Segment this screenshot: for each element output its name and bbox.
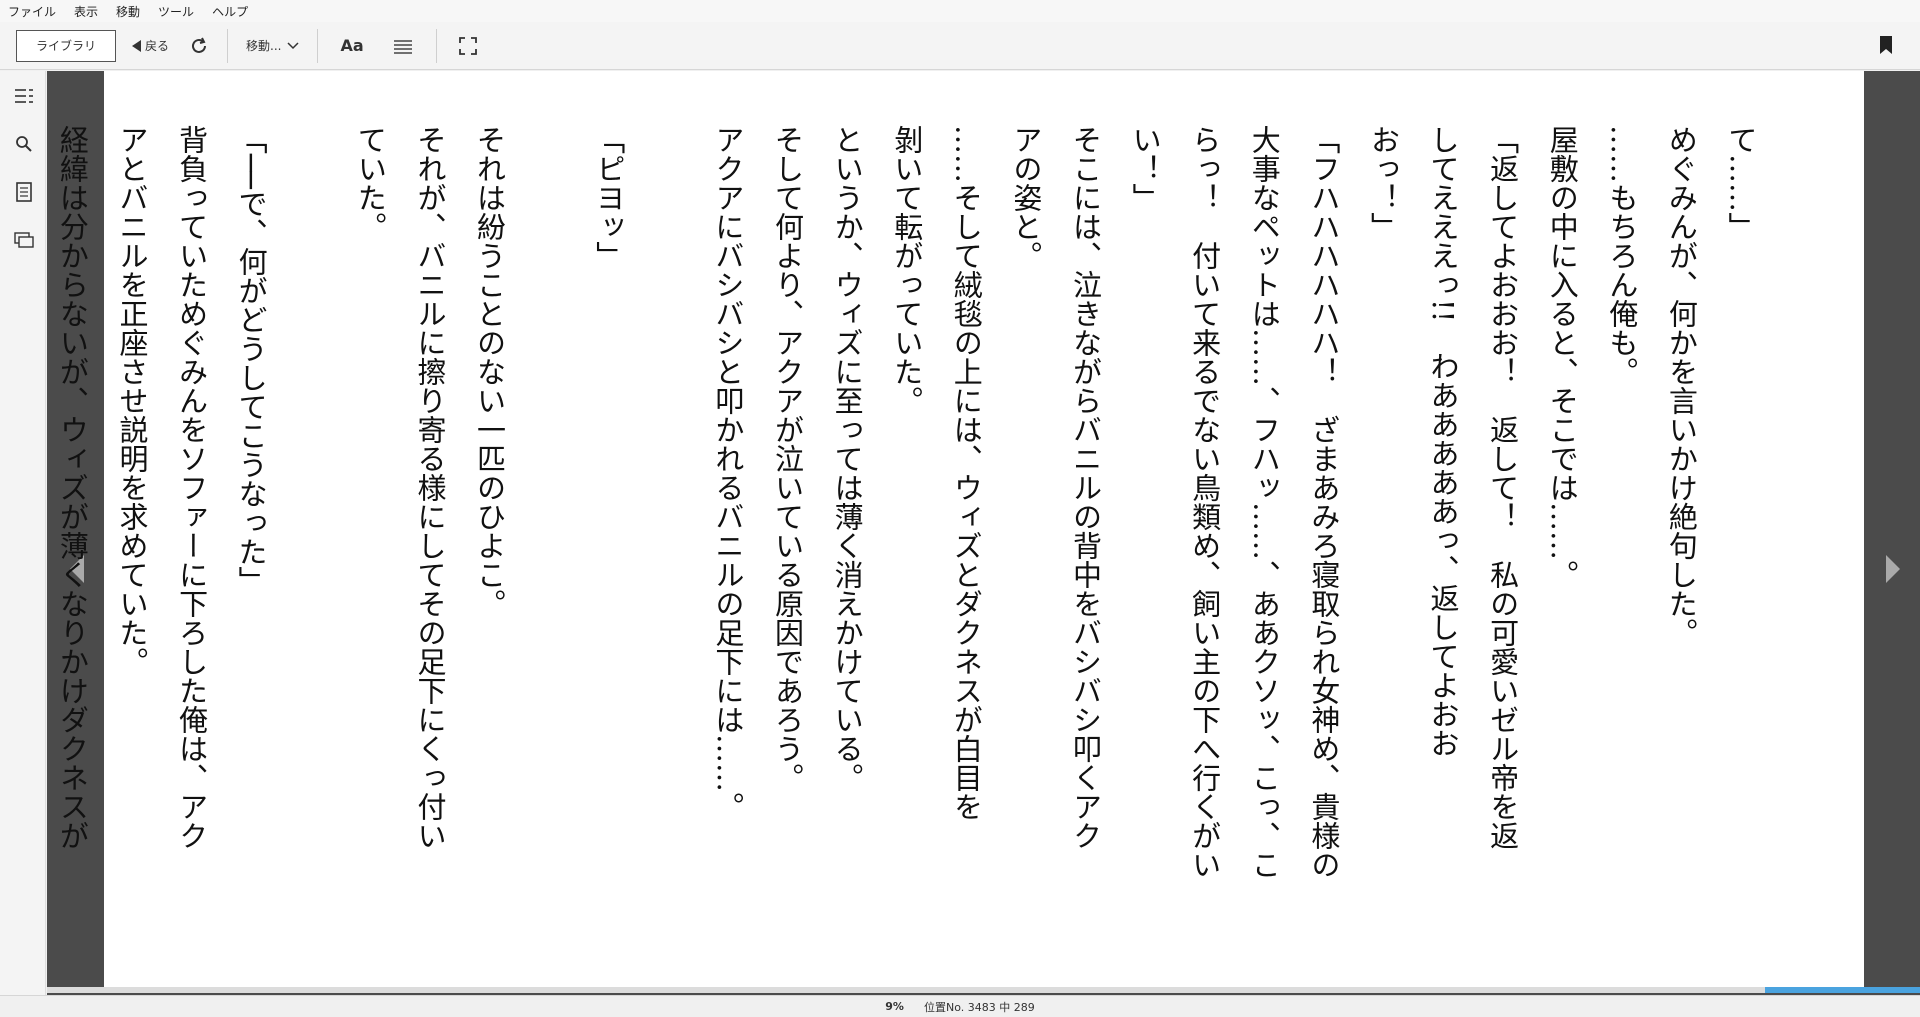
book-page: て……」 めぐみんが、何かを言いかけ絶句した。 ……もちろん俺も。 屋敷の中に入ると、… (55, 71, 1864, 989)
fullscreen-icon (458, 36, 477, 55)
progress-percent: 9% (885, 1000, 904, 1013)
toolbar-divider (435, 28, 437, 63)
reading-progress-track (47, 987, 1920, 993)
text-column (280, 125, 340, 975)
text-column: おっ！」 (1366, 125, 1401, 241)
text-column: 「ピヨッ」 (591, 125, 626, 270)
back-arrow-icon (132, 39, 141, 52)
text-column: アとバニルを正座させ説明を求めていた。 (114, 125, 149, 676)
reading-progress-fill (1765, 987, 1920, 993)
menu-tools[interactable]: ツール (158, 3, 194, 20)
toolbar-divider (227, 28, 229, 63)
text-column: ……そして絨毯の上には、ウィズとダクネスが白目を (949, 125, 984, 821)
flashcards-icon[interactable] (13, 229, 35, 251)
notes-button[interactable] (378, 30, 428, 62)
text-column: 剝いて転がっていた。 (889, 125, 924, 415)
text-column: らっ！ 付いて来るでない鳥類め、飼い主の下へ行くがい (1187, 125, 1222, 879)
chevron-down-icon (287, 41, 299, 49)
search-icon[interactable] (13, 133, 35, 155)
text-column: というか、ウィズに至っては薄く消えかけている。 (830, 125, 865, 792)
text-column: そして何より、アクアが泣いている原因であろう。 (770, 125, 805, 792)
back-button[interactable]: 戻る (122, 30, 179, 62)
text-column: 大事なペットは……、フハッ……、ああクソッ、こっ、こ (1247, 125, 1282, 879)
text-column: 背負っていためぐみんをソファーに下ろした俺は、アク (174, 125, 209, 850)
text-column (519, 125, 579, 975)
goto-dropdown[interactable]: 移動... (236, 30, 309, 62)
text-column: めぐみんが、何かを言いかけ絶句した。 (1664, 125, 1699, 647)
text-column: それが、バニルに擦り寄る様にしてその足下にくっ付い (412, 125, 447, 850)
text-column: 経緯は分からないが、ウィズが薄くなりかけダクネスが (55, 125, 90, 850)
menu-help[interactable]: ヘルプ (212, 3, 248, 20)
fullscreen-button[interactable] (445, 30, 491, 62)
text-column: ていた。 (353, 125, 388, 241)
text-column: 「フハハハハハハ！ ざまあみろ寝取られ女神め、貴様の (1306, 125, 1341, 879)
text-column: してえええっ!! わあああああっ、返してよおお (1426, 125, 1461, 758)
font-settings-button[interactable]: Aa (326, 30, 377, 62)
next-page-arrow-icon[interactable] (1886, 555, 1900, 583)
toolbar-divider (317, 28, 319, 63)
sync-button[interactable] (179, 30, 219, 62)
notebook-icon[interactable] (13, 181, 35, 203)
text-column: 「返してよおおお！ 返して！ 私の可愛いゼル帝を返 (1485, 125, 1520, 850)
text-column: 屋敷の中に入ると、そこでは……。 (1545, 125, 1580, 589)
text-column: そこには、泣きながらバニルの背中をバシバシ叩くアク (1068, 125, 1103, 850)
text-column: アの姿と。 (1008, 125, 1043, 270)
status-bar: 9% 位置No. 3483 中 289 (0, 995, 1920, 1017)
text-column: 「──で、何がどうしてこうなった」 (234, 125, 269, 595)
toolbar: ライブラリ 戻る 移動... Aa (0, 22, 1920, 70)
text-column: い！」 (1128, 125, 1163, 212)
book-text: て……」 めぐみんが、何かを言いかけ絶句した。 ……もちろん俺も。 屋敷の中に入ると、… (42, 125, 1770, 975)
text-column (638, 125, 698, 975)
text-column: アクアにバシバシと叩かれるバニルの足下には……。 (710, 125, 745, 821)
text-column: ……もちろん俺も。 (1604, 125, 1639, 386)
menu-bar: ファイル 表示 移動 ツール ヘルプ (0, 0, 1920, 22)
text-column: それは紛うことのない一匹のひよこ。 (472, 125, 507, 618)
menu-file[interactable]: ファイル (8, 3, 56, 20)
menu-view[interactable]: 表示 (74, 3, 98, 20)
table-of-contents-icon[interactable] (13, 85, 35, 107)
menu-go[interactable]: 移動 (116, 3, 140, 20)
sync-icon (192, 37, 207, 53)
library-button[interactable]: ライブラリ (16, 29, 116, 62)
back-label: 戻る (145, 39, 170, 53)
location-indicator: 位置No. 3483 中 289 (923, 1000, 1035, 1014)
text-column: て……」 (1724, 125, 1758, 241)
notes-list-icon (393, 39, 412, 54)
goto-label: 移動... (246, 39, 282, 53)
left-sidebar (0, 71, 46, 995)
